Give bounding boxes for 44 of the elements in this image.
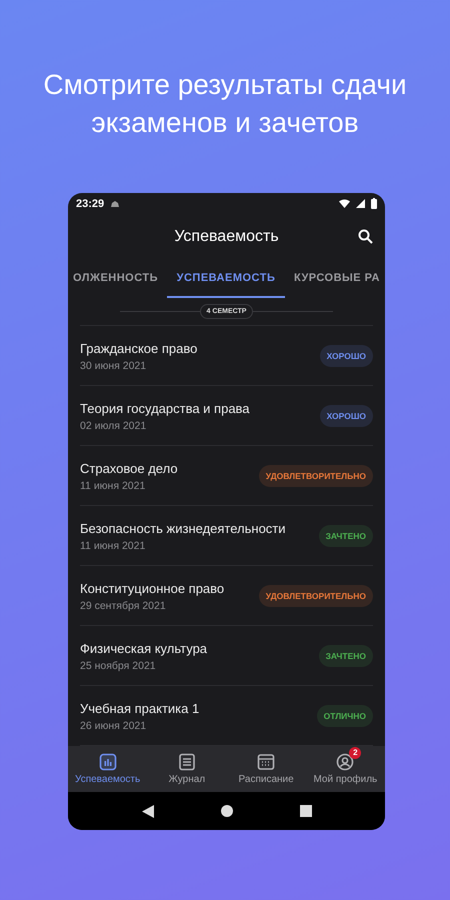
tab[interactable]: КУРСОВЫЕ РА [288,260,385,298]
subject-name: Физическая культура [80,640,208,657]
exam-date: 26 июня 2021 [80,720,148,732]
back-icon[interactable] [142,804,154,818]
profile-icon [336,753,354,772]
chart-icon [98,753,117,772]
nav-item[interactable]: Успеваемость [68,746,148,792]
grade-badge: ОТЛИЧНО [316,704,373,727]
notification-badge: 2 [349,747,362,760]
signal-icon [356,199,365,208]
exam-date: 29 сентября 2021 [80,600,167,612]
grade-badge: ХОРОШО [320,404,373,427]
calendar-icon [257,753,276,772]
wifi-icon [339,199,350,208]
battery-icon [371,198,377,210]
subject-name: Безопасность жизнедеятельности [80,520,287,537]
exam-date: 11 июня 2021 [80,480,146,492]
grade-badge: УДОВЛЕТВОРИТЕЛЬНО [258,584,373,607]
app-title: Успеваемость [174,228,279,246]
exam-date: 25 ноября 2021 [80,660,157,672]
notification-icon [110,200,120,208]
subject-name: Гражданское право [80,340,198,357]
grade-badge: УДОВЛЕТВОРИТЕЛЬНО [258,464,373,487]
home-icon[interactable] [220,805,232,818]
nav-item[interactable]: Мой профиль 2 [306,746,385,792]
tab[interactable]: УСПЕВАЕМОСТЬ [166,260,286,298]
exam-date: 11 июня 2021 [80,540,146,552]
exam-date: 02 июля 2021 [80,420,148,432]
tab[interactable]: ОЛЖЕННОСТЬ [68,260,164,298]
recents-icon[interactable] [300,805,312,818]
subject-name: Конституционное право [80,580,226,597]
status-time: 23:29 [76,198,104,210]
grade-badge: ЗАЧТЕНО [318,644,373,667]
exam-date: 30 июня 2021 [80,360,148,372]
nav-item[interactable]: Расписание [226,746,306,792]
journal-icon [178,753,196,772]
headline: Смотрите результаты сдачи экзаменов и зачетов [42,68,408,140]
search-icon[interactable] [358,228,373,244]
subject-name: Учебная практика 1 [80,700,200,717]
subject-name: Теория государства и права [80,400,251,417]
subject-name: Страховое дело [80,460,179,477]
grade-badge: ЗАЧТЕНО [318,524,373,547]
nav-item[interactable]: Журнал [147,746,226,792]
grade-badge: ХОРОШО [320,344,373,367]
